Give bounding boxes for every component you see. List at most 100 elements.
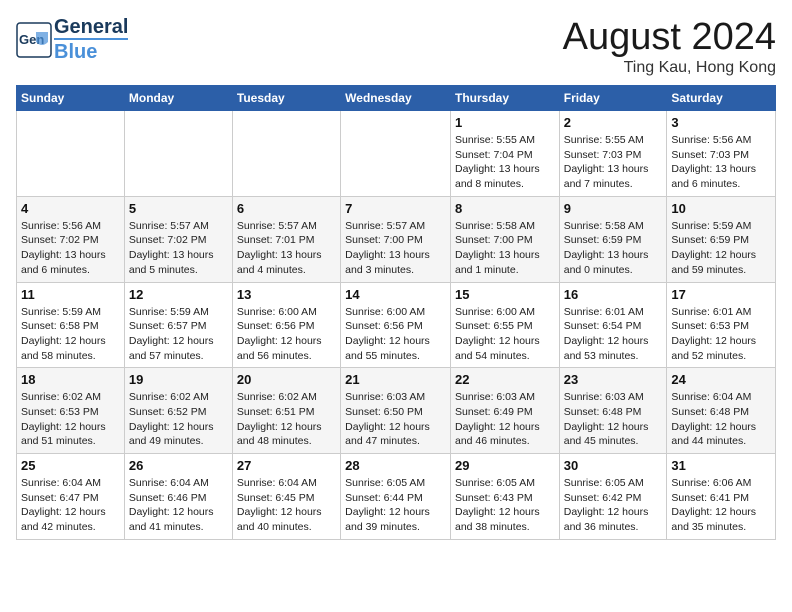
calendar-cell: 8Sunrise: 5:58 AM Sunset: 7:00 PM Daylig… [450,196,559,282]
day-content: Sunrise: 6:04 AM Sunset: 6:45 PM Dayligh… [237,476,336,535]
day-number: 6 [237,201,336,216]
calendar-cell: 30Sunrise: 6:05 AM Sunset: 6:42 PM Dayli… [559,454,667,540]
logo: Gen General Blue [16,16,128,63]
calendar-cell [232,111,340,197]
day-content: Sunrise: 5:55 AM Sunset: 7:04 PM Dayligh… [455,133,555,192]
day-number: 15 [455,287,555,302]
calendar-week: 18Sunrise: 6:02 AM Sunset: 6:53 PM Dayli… [17,368,776,454]
calendar-body: 1 Sunrise: 5:55 AM Sunset: 7:04 PM Daylig… [17,111,776,540]
day-content: Sunrise: 5:55 AM Sunset: 7:03 PM Dayligh… [564,133,663,192]
day-number: 12 [129,287,228,302]
month-title: August 2024 [563,16,776,59]
title-area: August 2024 Ting Kau, Hong Kong [563,16,776,77]
day-number: 9 [564,201,663,216]
day-number: 10 [671,201,771,216]
page-header: Gen General Blue August 2024 Ting Kau, H… [16,16,776,77]
calendar-cell [17,111,125,197]
header-day: Wednesday [341,86,451,111]
day-number: 25 [21,458,120,473]
day-content: Sunrise: 5:57 AM Sunset: 7:01 PM Dayligh… [237,219,336,278]
calendar-cell: 15 Sunrise: 6:00 AM Sunset: 6:55 PM Dayli… [450,282,559,368]
logo-text: General [54,16,128,38]
calendar-cell: 26Sunrise: 6:04 AM Sunset: 6:46 PM Dayli… [124,454,232,540]
calendar-cell: 29 Sunrise: 6:05 AM Sunset: 6:43 PM Dayli… [450,454,559,540]
calendar-cell: 7Sunrise: 5:57 AM Sunset: 7:00 PM Daylig… [341,196,451,282]
day-number: 30 [564,458,663,473]
day-content: Sunrise: 5:59 AM Sunset: 6:57 PM Dayligh… [129,305,228,364]
calendar-cell: 11 Sunrise: 5:59 AM Sunset: 6:58 PM Dayli… [17,282,125,368]
header-row: SundayMondayTuesdayWednesdayThursdayFrid… [17,86,776,111]
header-day: Thursday [450,86,559,111]
day-content: Sunrise: 6:05 AM Sunset: 6:44 PM Dayligh… [345,476,446,535]
calendar-cell: 1 Sunrise: 5:55 AM Sunset: 7:04 PM Daylig… [450,111,559,197]
calendar-cell: 23 Sunrise: 6:03 AM Sunset: 6:48 PM Dayli… [559,368,667,454]
day-number: 31 [671,458,771,473]
day-content: Sunrise: 5:56 AM Sunset: 7:03 PM Dayligh… [671,133,771,192]
logo-icon: Gen [16,22,52,58]
day-content: Sunrise: 6:03 AM Sunset: 6:49 PM Dayligh… [455,390,555,449]
day-content: Sunrise: 6:06 AM Sunset: 6:41 PM Dayligh… [671,476,771,535]
calendar-cell: 28 Sunrise: 6:05 AM Sunset: 6:44 PM Dayli… [341,454,451,540]
calendar-cell: 5 Sunrise: 5:57 AM Sunset: 7:02 PM Daylig… [124,196,232,282]
day-number: 13 [237,287,336,302]
calendar-table: SundayMondayTuesdayWednesdayThursdayFrid… [16,85,776,540]
day-number: 24 [671,372,771,387]
day-content: Sunrise: 6:04 AM Sunset: 6:47 PM Dayligh… [21,476,120,535]
day-number: 3 [671,115,771,130]
calendar-header: SundayMondayTuesdayWednesdayThursdayFrid… [17,86,776,111]
calendar-cell: 12 Sunrise: 5:59 AM Sunset: 6:57 PM Dayli… [124,282,232,368]
header-day: Friday [559,86,667,111]
day-content: Sunrise: 5:57 AM Sunset: 7:02 PM Dayligh… [129,219,228,278]
day-content: Sunrise: 6:00 AM Sunset: 6:56 PM Dayligh… [345,305,446,364]
day-content: Sunrise: 6:05 AM Sunset: 6:43 PM Dayligh… [455,476,555,535]
logo-blue: Blue [54,38,128,63]
calendar-cell: 22Sunrise: 6:03 AM Sunset: 6:49 PM Dayli… [450,368,559,454]
day-number: 29 [455,458,555,473]
calendar-cell: 9Sunrise: 5:58 AM Sunset: 6:59 PM Daylig… [559,196,667,282]
day-number: 1 [455,115,555,130]
day-number: 20 [237,372,336,387]
calendar-cell: 13 Sunrise: 6:00 AM Sunset: 6:56 PM Dayli… [232,282,340,368]
calendar-cell: 31 Sunrise: 6:06 AM Sunset: 6:41 PM Dayli… [667,454,776,540]
day-number: 11 [21,287,120,302]
calendar-cell: 2Sunrise: 5:55 AM Sunset: 7:03 PM Daylig… [559,111,667,197]
day-content: Sunrise: 6:03 AM Sunset: 6:48 PM Dayligh… [564,390,663,449]
day-content: Sunrise: 6:02 AM Sunset: 6:52 PM Dayligh… [129,390,228,449]
day-number: 28 [345,458,446,473]
day-content: Sunrise: 6:02 AM Sunset: 6:53 PM Dayligh… [21,390,120,449]
location: Ting Kau, Hong Kong [563,59,776,77]
day-content: Sunrise: 6:03 AM Sunset: 6:50 PM Dayligh… [345,390,446,449]
calendar-cell: 10 Sunrise: 5:59 AM Sunset: 6:59 PM Dayli… [667,196,776,282]
day-content: Sunrise: 6:00 AM Sunset: 6:55 PM Dayligh… [455,305,555,364]
calendar-cell: 25 Sunrise: 6:04 AM Sunset: 6:47 PM Dayli… [17,454,125,540]
day-number: 4 [21,201,120,216]
day-content: Sunrise: 5:59 AM Sunset: 6:58 PM Dayligh… [21,305,120,364]
day-content: Sunrise: 5:59 AM Sunset: 6:59 PM Dayligh… [671,219,771,278]
day-content: Sunrise: 6:04 AM Sunset: 6:48 PM Dayligh… [671,390,771,449]
day-number: 19 [129,372,228,387]
calendar-cell: 3 Sunrise: 5:56 AM Sunset: 7:03 PM Daylig… [667,111,776,197]
calendar-cell: 4Sunrise: 5:56 AM Sunset: 7:02 PM Daylig… [17,196,125,282]
calendar-week: 11 Sunrise: 5:59 AM Sunset: 6:58 PM Dayli… [17,282,776,368]
day-number: 27 [237,458,336,473]
day-number: 5 [129,201,228,216]
day-content: Sunrise: 6:01 AM Sunset: 6:54 PM Dayligh… [564,305,663,364]
day-content: Sunrise: 6:04 AM Sunset: 6:46 PM Dayligh… [129,476,228,535]
calendar-cell: 17 Sunrise: 6:01 AM Sunset: 6:53 PM Dayli… [667,282,776,368]
day-content: Sunrise: 6:01 AM Sunset: 6:53 PM Dayligh… [671,305,771,364]
day-number: 14 [345,287,446,302]
day-content: Sunrise: 6:00 AM Sunset: 6:56 PM Dayligh… [237,305,336,364]
calendar-cell: 27 Sunrise: 6:04 AM Sunset: 6:45 PM Dayli… [232,454,340,540]
day-content: Sunrise: 5:57 AM Sunset: 7:00 PM Dayligh… [345,219,446,278]
day-content: Sunrise: 6:02 AM Sunset: 6:51 PM Dayligh… [237,390,336,449]
calendar-cell: 16Sunrise: 6:01 AM Sunset: 6:54 PM Dayli… [559,282,667,368]
day-number: 17 [671,287,771,302]
calendar-cell: 14 Sunrise: 6:00 AM Sunset: 6:56 PM Dayli… [341,282,451,368]
calendar-week: 25 Sunrise: 6:04 AM Sunset: 6:47 PM Dayli… [17,454,776,540]
day-number: 23 [564,372,663,387]
header-day: Sunday [17,86,125,111]
calendar-cell: 20 Sunrise: 6:02 AM Sunset: 6:51 PM Dayli… [232,368,340,454]
header-day: Tuesday [232,86,340,111]
day-number: 8 [455,201,555,216]
day-number: 21 [345,372,446,387]
